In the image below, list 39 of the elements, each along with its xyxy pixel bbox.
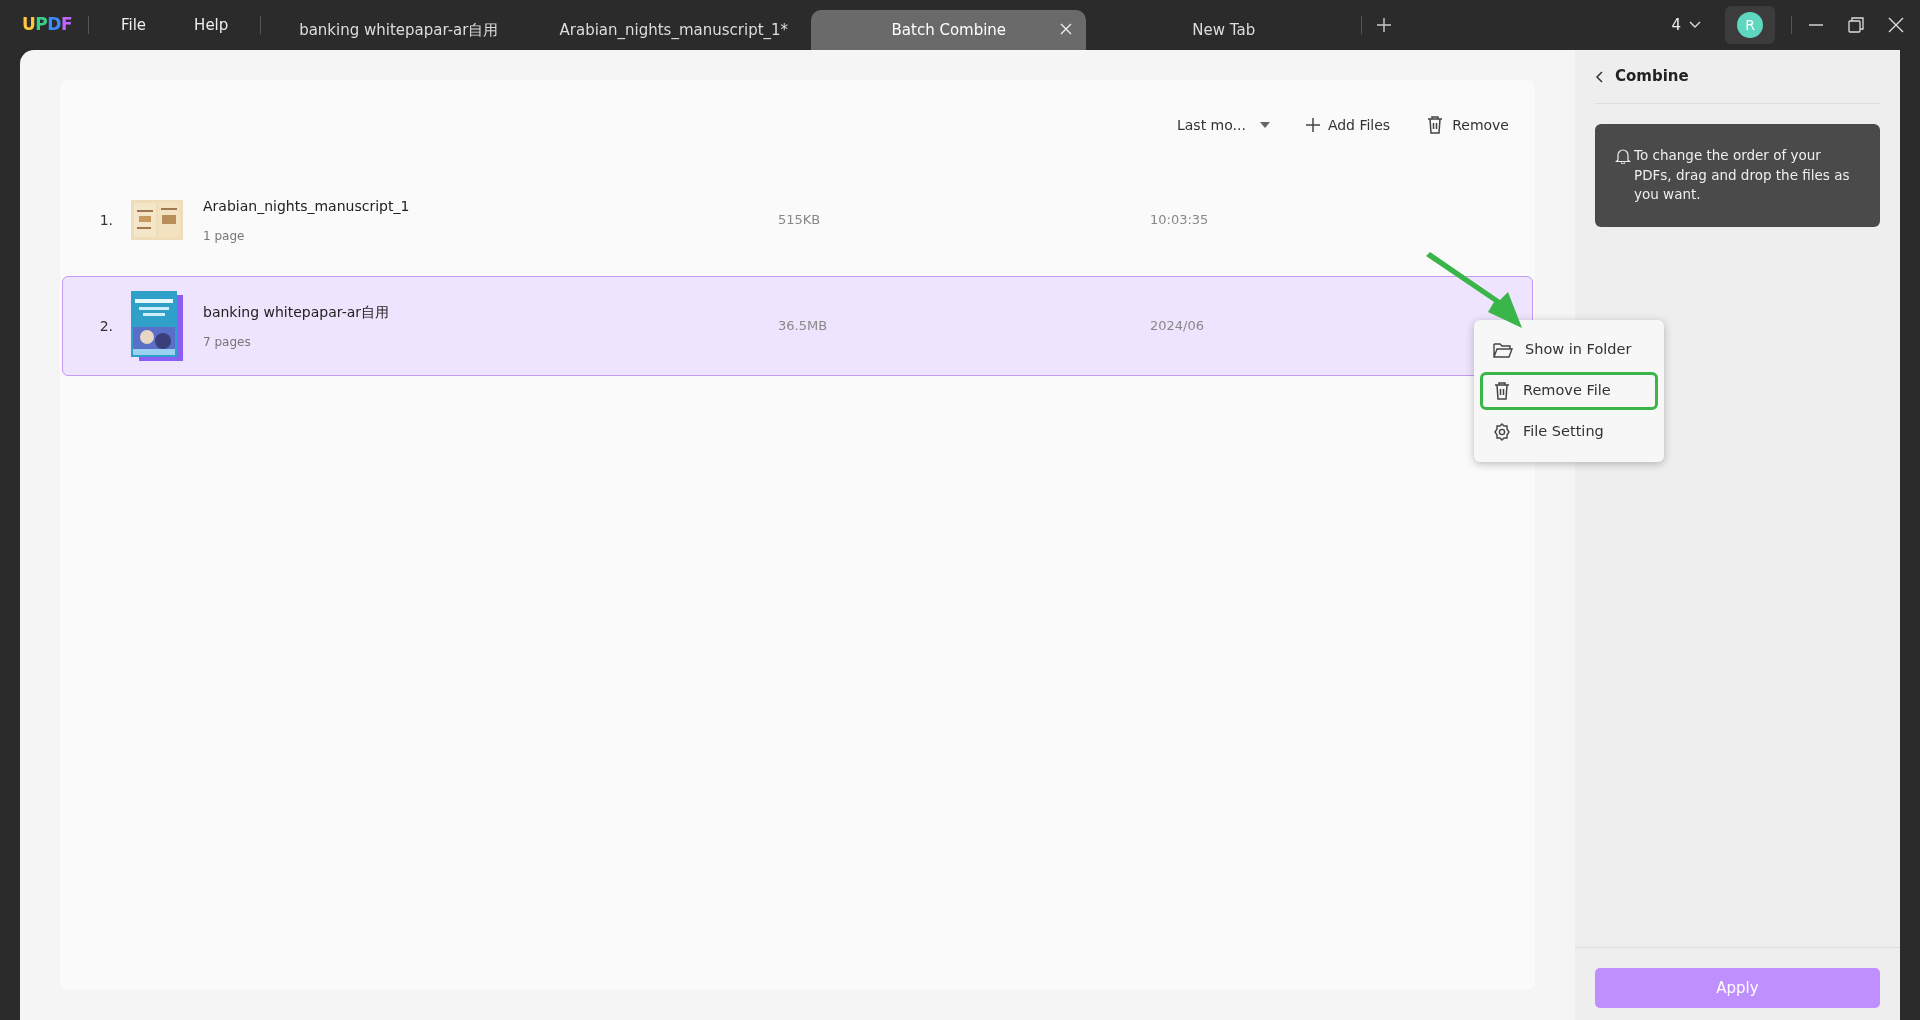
- file-date: 2024/06: [1150, 317, 1204, 336]
- menu-item[interactable]: File: [97, 13, 171, 37]
- app-logo: UPDF: [22, 13, 72, 37]
- plus-icon: [1305, 118, 1320, 132]
- file-name: Arabian_nights_manuscript_1: [203, 196, 410, 216]
- panel-title: Combine: [1615, 66, 1689, 88]
- trash-icon: [1426, 115, 1445, 135]
- remove-button[interactable]: Remove: [1426, 114, 1509, 136]
- page-count: 7 pages: [203, 333, 252, 351]
- new-tab-icon[interactable]: [1376, 17, 1393, 33]
- file-row[interactable]: 1. Arabian_nights_manuscript_1 1 page 515KB 10:03:35: [62, 170, 1533, 270]
- menu-item[interactable]: Help: [170, 13, 253, 37]
- close-icon[interactable]: [1060, 23, 1073, 35]
- file-name: banking whitepapar-ar自用: [203, 302, 390, 322]
- bell-icon: [1615, 148, 1631, 164]
- trash-icon: [1493, 381, 1511, 401]
- gear-icon: [1493, 423, 1511, 441]
- add-files-button[interactable]: Add Files: [1305, 114, 1391, 136]
- file-date: 10:03:35: [1150, 211, 1209, 230]
- file-size: 515KB: [778, 211, 821, 230]
- back-icon[interactable]: [1595, 70, 1603, 83]
- caret-icon[interactable]: [1689, 21, 1701, 29]
- page-count: 1 page: [203, 227, 246, 245]
- row-number: 2.: [98, 316, 114, 336]
- tab[interactable]: banking whitepapar-ar自用: [261, 10, 537, 50]
- tab[interactable]: Batch Combine: [811, 10, 1087, 50]
- tab[interactable]: Arabian_nights_manuscript_1*: [536, 10, 812, 50]
- tab[interactable]: New Tab: [1086, 10, 1362, 50]
- sort-dropdown[interactable]: Last mo...: [1176, 114, 1270, 136]
- window-count[interactable]: 4: [1671, 13, 1681, 37]
- menu-item[interactable]: Remove File: [1480, 372, 1658, 410]
- restore-icon[interactable]: [1848, 17, 1864, 33]
- close-icon[interactable]: [1888, 17, 1904, 33]
- caret-icon: [1259, 122, 1270, 128]
- tip-text: To change the order of your PDFs, drag and drop the files as you want.: [1634, 146, 1851, 205]
- row-number: 1.: [98, 210, 114, 230]
- menu-item[interactable]: File Setting: [1480, 413, 1658, 451]
- folder-icon: [1493, 342, 1513, 358]
- file-size: 36.5MB: [778, 317, 828, 336]
